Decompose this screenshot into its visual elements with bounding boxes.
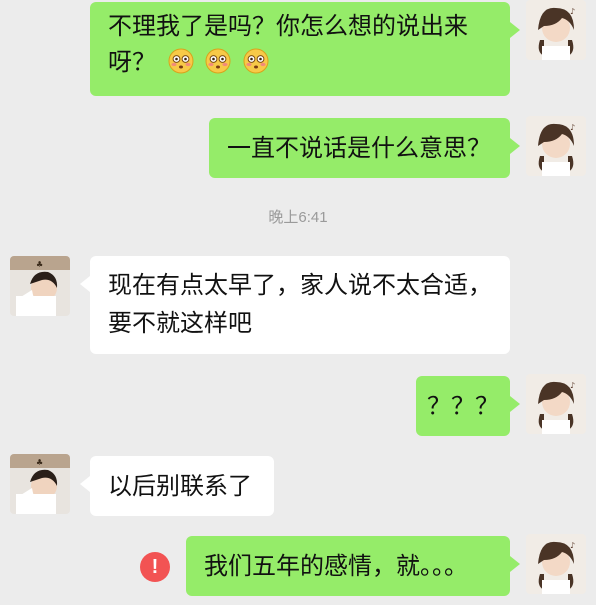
message-bubble-mine[interactable]: ？？？ (416, 376, 520, 436)
message-bubble-mine[interactable]: 不理我了是吗？你怎么想的说出来 呀？ (90, 2, 520, 96)
message-bubble-mine[interactable]: 我们五年的感情，就。。。 (186, 536, 520, 596)
flushed-face-emoji-icon (243, 48, 269, 74)
message-bubble-theirs[interactable]: 现在有点太早了，家人说不太合适， 要不就这样吧 (80, 256, 510, 354)
message-text-line: 呀？ (108, 44, 492, 80)
message-text-line: 现在有点太早了，家人说不太合适， (108, 271, 492, 299)
svg-text:♪: ♪ (570, 7, 575, 16)
contact-avatar[interactable]: ♣ (10, 454, 70, 514)
flushed-face-emoji-icon (205, 48, 231, 74)
svg-text:♪: ♪ (570, 541, 575, 550)
message-text-line: 不理我了是吗？你怎么想的说出来 (108, 12, 468, 40)
svg-text:♪: ♪ (570, 381, 575, 390)
my-avatar[interactable]: ♪ (526, 374, 586, 434)
send-failed-icon[interactable]: ! (140, 552, 170, 582)
message-timestamp: 晚上6:41 (268, 209, 328, 226)
message-text: 我们五年的感情，就。。。 (204, 552, 468, 580)
message-text: 呀？ (108, 48, 156, 76)
contact-avatar[interactable]: ♣ (10, 256, 70, 316)
message-text: 一直不说话是什么意思？ (227, 134, 491, 162)
my-avatar[interactable]: ♪ (526, 534, 586, 594)
chat-window: 不理我了是吗？你怎么想的说出来 呀？ ♪ 一直不说话是什么意思？ ♪ 晚上6:4… (0, 0, 596, 605)
flushed-face-emoji-icon (168, 48, 194, 74)
message-text-line: 要不就这样吧 (108, 309, 252, 337)
message-bubble-theirs[interactable]: 以后别联系了 (80, 456, 274, 516)
my-avatar[interactable]: ♪ (526, 0, 586, 60)
message-text: ？？？ (427, 392, 499, 420)
message-text: 以后别联系了 (108, 472, 252, 500)
svg-text:♣: ♣ (36, 458, 43, 467)
svg-text:♣: ♣ (36, 260, 43, 269)
message-bubble-mine[interactable]: 一直不说话是什么意思？ (209, 118, 520, 178)
svg-text:♪: ♪ (570, 123, 575, 132)
my-avatar[interactable]: ♪ (526, 116, 586, 176)
